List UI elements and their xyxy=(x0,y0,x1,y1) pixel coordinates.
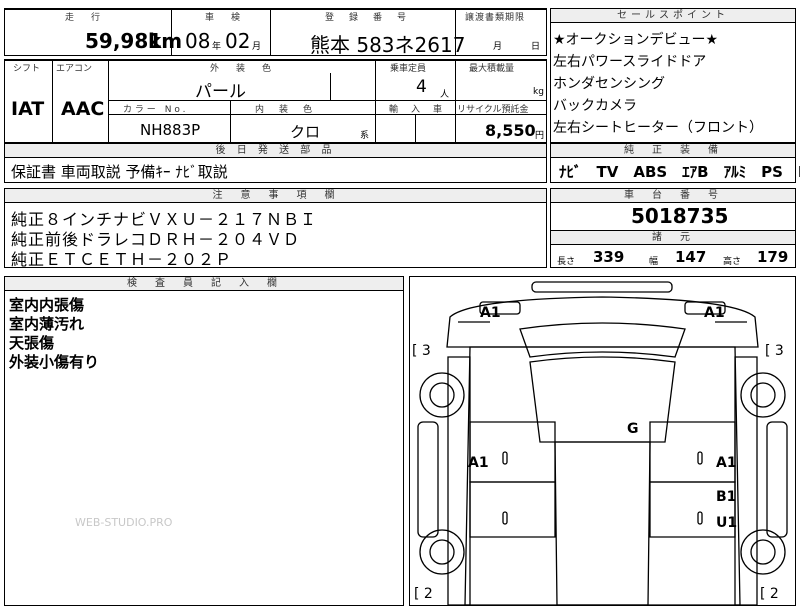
import-car-header: 輸 入 車 xyxy=(389,105,445,115)
chassis-header: 車 台 番 号 xyxy=(551,189,795,203)
sales-point-item: バックカメラ xyxy=(553,98,637,114)
max-load-header: 最大積載量 xyxy=(469,64,515,74)
car-diagram-box: A1 A1 [ 3 [ 3 G A1 A1 B1 U1 [ 2 [ 2 xyxy=(409,276,796,606)
transfer-header: 譲渡書類期限 xyxy=(465,13,526,23)
mark-right-rear-door-2: U1 xyxy=(716,515,737,531)
vehicle-detail-table: シフト エアコン 外 装 色 乗車定員 最大積載量 IAT AAC パール 4 … xyxy=(4,59,547,143)
watermark: WEB-STUDIO.PRO xyxy=(75,516,173,529)
sales-point-item: ホンダセンシング xyxy=(553,76,665,92)
aircon-value: AAC xyxy=(61,98,105,120)
sales-points-header: セールスポイント xyxy=(551,9,795,23)
notes-line: 純正ＥＴＣＥＴＨ－２０２Ｐ xyxy=(11,250,233,269)
genuine-equipment-box: 純 正 装 備 ﾅﾋﾞ TV ABS ｴｱB ｱﾙﾐ PS PW xyxy=(550,143,800,183)
spec-height-value: 179 xyxy=(757,248,789,266)
interior-color-suffix: 系 xyxy=(360,131,370,141)
mark-right-bracket: [ 3 xyxy=(765,343,784,359)
top-info-table: 走 行 車 検 登 録 番 号 譲渡書類期限 59,981 km 08 年 02… xyxy=(4,8,547,57)
specs-header: 諸 元 xyxy=(551,230,795,245)
exterior-color-value: パール xyxy=(195,82,246,102)
spec-width-value: 147 xyxy=(675,248,707,266)
spec-height-label: 高さ xyxy=(723,257,742,267)
inspector-line: 外装小傷有り xyxy=(9,353,100,371)
transfer-day-unit: 日 xyxy=(531,42,541,52)
later-parts-box: 後 日 発 送 部 品 保証書 車両取説 予備ｷｰ ﾅﾋﾞ取説 xyxy=(4,143,547,183)
registration-header: 登 録 番 号 xyxy=(325,13,410,23)
inspector-line: 天張傷 xyxy=(9,334,55,352)
sales-point-item: ★オークションデビュー★ xyxy=(553,32,719,48)
exterior-color-header: 外 装 色 xyxy=(210,64,276,74)
inspector-header: 検 査 員 記 入 欄 xyxy=(5,277,403,291)
sales-points-box: セールスポイント ★オークションデビュー★ 左右パワースライドドア ホンダセンシ… xyxy=(550,8,796,143)
later-parts-value: 保証書 車両取説 予備ｷｰ ﾅﾋﾞ取説 xyxy=(11,163,228,181)
mark-right-front-door: A1 xyxy=(716,455,737,471)
aircon-header: エアコン xyxy=(56,64,93,74)
color-no-header: カ ラ ー N o . xyxy=(123,105,186,115)
registration-value: 熊本 583ネ2617 xyxy=(310,33,466,57)
capacity-unit: 人 xyxy=(440,90,450,100)
notes-box: 注 意 事 項 欄 純正８インチナビＶＸＵ－２１７ＮＢＩ 純正前後ドラレコＤＲＨ… xyxy=(4,188,547,269)
mark-front-left: A1 xyxy=(480,305,501,321)
capacity-value: 4 xyxy=(416,77,427,97)
chassis-value: 5018735 xyxy=(631,204,729,228)
chassis-box: 車 台 番 号 5018735 諸 元 長さ 339 幅 147 高さ 179 xyxy=(550,188,796,268)
inspector-box: 検 査 員 記 入 欄 室内内張傷 室内薄汚れ 天張傷 外装小傷有り WEB-S… xyxy=(4,276,404,606)
inspector-line: 室内内張傷 xyxy=(9,296,85,314)
genuine-equipment-header: 純 正 装 備 xyxy=(551,144,795,158)
mark-roof: G xyxy=(627,421,639,437)
max-load-unit: kg xyxy=(533,87,544,97)
spec-length-value: 339 xyxy=(593,248,625,266)
inspection-month-unit: 月 xyxy=(252,42,262,52)
spec-width-label: 幅 xyxy=(649,257,659,267)
mark-right-rear-door-1: B1 xyxy=(716,489,736,505)
inspection-year-unit: 年 xyxy=(212,42,222,52)
inspection-year: 08 xyxy=(185,29,211,53)
inspection-header: 車 検 xyxy=(205,13,245,23)
inspection-month: 02 xyxy=(225,29,251,53)
interior-color-header: 内 装 色 xyxy=(255,105,316,115)
mark-front-right: A1 xyxy=(704,305,725,321)
later-parts-header: 後 日 発 送 部 品 xyxy=(5,144,546,158)
interior-color-value: クロ xyxy=(290,123,321,141)
mark-left-bracket: [ 3 xyxy=(412,343,431,359)
inspector-line: 室内薄汚れ xyxy=(9,315,85,333)
recycle-unit: 円 xyxy=(535,131,545,141)
sales-point-item: 左右シートヒーター（フロント） xyxy=(553,120,763,136)
recycle-header: リサイクル預託金 xyxy=(457,105,529,115)
car-outline-diagram: A1 A1 [ 3 [ 3 G A1 A1 B1 U1 [ 2 [ 2 xyxy=(412,281,788,605)
recycle-value: 8,550 xyxy=(485,121,536,140)
mileage-unit: km xyxy=(148,29,183,53)
genuine-equipment-value: ﾅﾋﾞ TV ABS ｴｱB ｱﾙﾐ PS PW xyxy=(559,163,800,181)
notes-header: 注 意 事 項 欄 xyxy=(5,189,546,203)
spec-length-label: 長さ xyxy=(557,257,576,267)
mark-left-door: A1 xyxy=(468,455,489,471)
sales-point-item: 左右パワースライドドア xyxy=(553,54,707,70)
color-no-value: NH883P xyxy=(140,121,201,139)
capacity-header: 乗車定員 xyxy=(390,64,427,74)
mileage-header: 走 行 xyxy=(65,13,105,23)
shift-value: IAT xyxy=(11,98,45,120)
transfer-month-unit: 月 xyxy=(493,42,503,52)
shift-header: シフト xyxy=(13,64,41,74)
